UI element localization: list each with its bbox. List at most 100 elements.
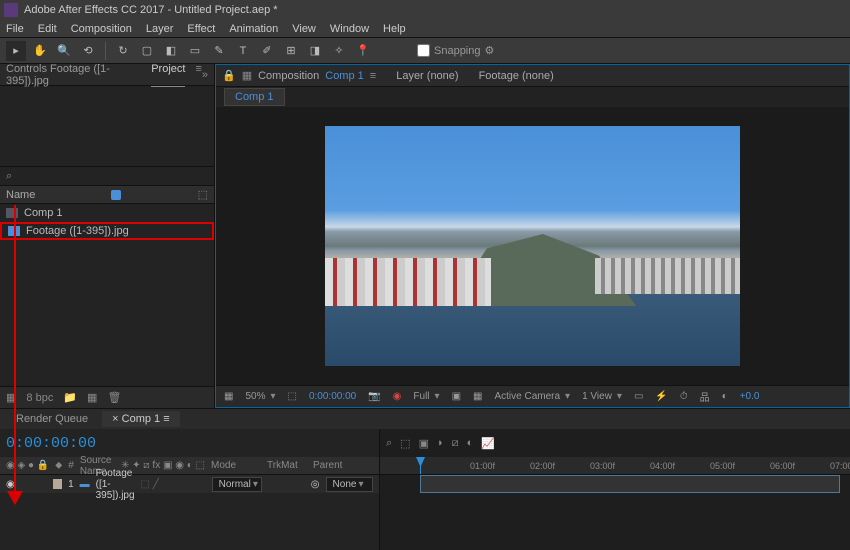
layer-label-col: ⬥ bbox=[55, 460, 62, 471]
panel-close-icon[interactable]: » bbox=[202, 69, 208, 81]
brush-tool[interactable]: ✐ bbox=[257, 41, 277, 61]
comp-mini-flowchart-icon[interactable]: ⬚ bbox=[400, 437, 410, 450]
snapping-checkbox[interactable] bbox=[417, 44, 430, 57]
layer-duration-bar[interactable] bbox=[420, 475, 840, 493]
project-panel: Controls Footage ([1-395]).jpg Project ≡… bbox=[0, 64, 215, 408]
resolution-dropdown[interactable]: Full bbox=[413, 391, 439, 402]
rotation-tool[interactable]: ↻ bbox=[113, 41, 133, 61]
timeline-layer-row[interactable]: ◉ 1 ▬ Footage ([1-395]).jpg ⬚ ╱ Normal ◎… bbox=[0, 475, 379, 493]
mode-dropdown[interactable]: Normal bbox=[212, 477, 262, 492]
time-display[interactable]: 0:00:00:00 bbox=[309, 391, 356, 402]
menu-view[interactable]: View bbox=[292, 23, 316, 35]
menu-file[interactable]: File bbox=[6, 23, 24, 35]
menu-window[interactable]: Window bbox=[330, 23, 369, 35]
project-preview bbox=[0, 86, 214, 166]
type-tool[interactable]: T bbox=[233, 41, 253, 61]
frame-blend-icon[interactable]: ⧄ bbox=[452, 437, 459, 450]
project-search-input[interactable] bbox=[16, 169, 208, 184]
layer-name: Footage ([1-395]).jpg bbox=[96, 468, 135, 501]
render-queue-tab[interactable]: Render Queue bbox=[6, 411, 98, 427]
timeline-panel: Render Queue × Comp 1 ≡ 0:00:00:00 ◉ ◈ ●… bbox=[0, 408, 850, 550]
menu-composition[interactable]: Composition bbox=[71, 23, 132, 35]
menu-animation[interactable]: Animation bbox=[229, 23, 278, 35]
roto-tool[interactable]: ✧ bbox=[329, 41, 349, 61]
eraser-tool[interactable]: ◨ bbox=[305, 41, 325, 61]
resolution-icon[interactable]: ⬚ bbox=[288, 391, 297, 402]
pan-behind-tool[interactable]: ◧ bbox=[161, 41, 181, 61]
transparency-icon[interactable]: ▦ bbox=[473, 391, 482, 402]
menu-edit[interactable]: Edit bbox=[38, 23, 57, 35]
project-col-name[interactable]: Name bbox=[6, 189, 35, 201]
layer-index-col: # bbox=[68, 460, 74, 471]
camera-tool[interactable]: ▢ bbox=[137, 41, 157, 61]
timeline-left: 0:00:00:00 ◉ ◈ ● 🔒 ⬥ # Source Name ✳ ✦ ⧄… bbox=[0, 429, 380, 550]
exposure-value[interactable]: +0.0 bbox=[740, 391, 760, 402]
grid-icon[interactable]: ▦ bbox=[224, 391, 233, 402]
hand-tool[interactable]: ✋ bbox=[30, 41, 50, 61]
current-timecode[interactable]: 0:00:00:00 bbox=[6, 435, 96, 452]
layer-index: 1 bbox=[68, 479, 74, 490]
menu-layer[interactable]: Layer bbox=[146, 23, 174, 35]
puppet-tool[interactable]: 📍 bbox=[353, 41, 373, 61]
col-labels-icon[interactable]: ⬚ bbox=[198, 188, 208, 201]
shy-icon[interactable]: ◗ bbox=[437, 437, 444, 449]
new-folder-icon[interactable]: 📁 bbox=[63, 391, 77, 404]
sort-indicator-icon[interactable] bbox=[111, 190, 121, 200]
parent-pickwhip-icon[interactable]: ◎ bbox=[311, 479, 320, 490]
layer-color-label[interactable] bbox=[53, 479, 62, 489]
new-comp-icon[interactable]: ▦ bbox=[87, 391, 97, 404]
menu-effect[interactable]: Effect bbox=[187, 23, 215, 35]
comp-subtab[interactable]: Comp 1 bbox=[224, 88, 285, 106]
time-ruler[interactable]: 01:00f 02:00f 03:00f 04:00f 05:00f 06:00… bbox=[380, 457, 850, 475]
pixel-aspect-icon[interactable]: ▭ bbox=[634, 391, 643, 402]
timeline-comp-tab[interactable]: × Comp 1 ≡ bbox=[102, 411, 180, 427]
motion-blur-icon[interactable]: ◐ bbox=[467, 437, 474, 449]
shape-tool[interactable]: ▭ bbox=[185, 41, 205, 61]
viewer[interactable] bbox=[216, 107, 849, 385]
zoom-dropdown[interactable]: 50% bbox=[245, 391, 275, 402]
playhead[interactable] bbox=[420, 457, 421, 474]
tl-search-icon[interactable]: ⌕ bbox=[386, 437, 392, 450]
av-toggles[interactable]: ◉ ◈ ● 🔒 bbox=[6, 460, 49, 471]
toolbar: ▸ ✋ 🔍 ⟲ ↻ ▢ ◧ ▭ ✎ T ✐ ⊞ ◨ ✧ 📍 Snapping ⚙ bbox=[0, 38, 850, 64]
flowchart-icon[interactable]: 品 bbox=[700, 389, 710, 404]
parent-dropdown[interactable]: None bbox=[326, 477, 373, 492]
zoom-tool[interactable]: 🔍 bbox=[54, 41, 74, 61]
menu-help[interactable]: Help bbox=[383, 23, 406, 35]
channel-icon[interactable]: ◉ bbox=[393, 391, 402, 402]
snapshot-icon[interactable]: 📷 bbox=[368, 391, 380, 402]
roi-icon[interactable]: ▣ bbox=[452, 391, 461, 402]
project-item-footage[interactable]: Footage ([1-395]).jpg bbox=[0, 222, 214, 240]
composition-tab[interactable]: 🔒 ▦ Composition Comp 1 ≡ bbox=[222, 69, 376, 82]
lock-icon[interactable]: 🔒 bbox=[222, 69, 236, 82]
camera-dropdown[interactable]: Active Camera bbox=[494, 391, 570, 402]
draft3d-icon[interactable]: ▣ bbox=[419, 437, 429, 450]
mode-col: Mode bbox=[211, 460, 261, 471]
trkmat-col: TrkMat bbox=[267, 460, 307, 471]
ruler-mark: 02:00f bbox=[530, 461, 555, 471]
effect-controls-tab[interactable]: Controls Footage ([1-395]).jpg bbox=[6, 63, 141, 87]
bpc-button[interactable]: 8 bpc bbox=[26, 392, 53, 404]
snapping-label: Snapping bbox=[434, 45, 481, 57]
exposure-reset-icon[interactable]: ◐ bbox=[722, 391, 728, 402]
selection-tool[interactable]: ▸ bbox=[6, 41, 26, 61]
annotation-arrow bbox=[14, 205, 16, 495]
timeline-icon[interactable]: ⏱ bbox=[680, 391, 688, 402]
snapping-group: Snapping ⚙ bbox=[417, 44, 494, 57]
comp-panel-menu-icon[interactable]: ≡ bbox=[370, 70, 376, 82]
views-dropdown[interactable]: 1 View bbox=[582, 391, 622, 402]
delete-icon[interactable]: 🗑 bbox=[107, 391, 121, 404]
snapping-opts-icon[interactable]: ⚙ bbox=[485, 44, 495, 57]
layer-switch-group[interactable]: ⬚ ╱ bbox=[141, 479, 206, 490]
pen-tool[interactable]: ✎ bbox=[209, 41, 229, 61]
graph-editor-icon[interactable]: 📈 bbox=[481, 437, 495, 450]
ruler-mark: 05:00f bbox=[710, 461, 735, 471]
comp-icon bbox=[6, 208, 18, 218]
footage-tab[interactable]: Footage (none) bbox=[479, 70, 554, 82]
fast-preview-icon[interactable]: ⚡ bbox=[655, 391, 667, 402]
layer-tab[interactable]: Layer (none) bbox=[396, 70, 458, 82]
project-tab[interactable]: Project bbox=[151, 63, 185, 87]
project-item-comp[interactable]: Comp 1 bbox=[0, 204, 214, 222]
orbit-tool[interactable]: ⟲ bbox=[78, 41, 98, 61]
clone-tool[interactable]: ⊞ bbox=[281, 41, 301, 61]
